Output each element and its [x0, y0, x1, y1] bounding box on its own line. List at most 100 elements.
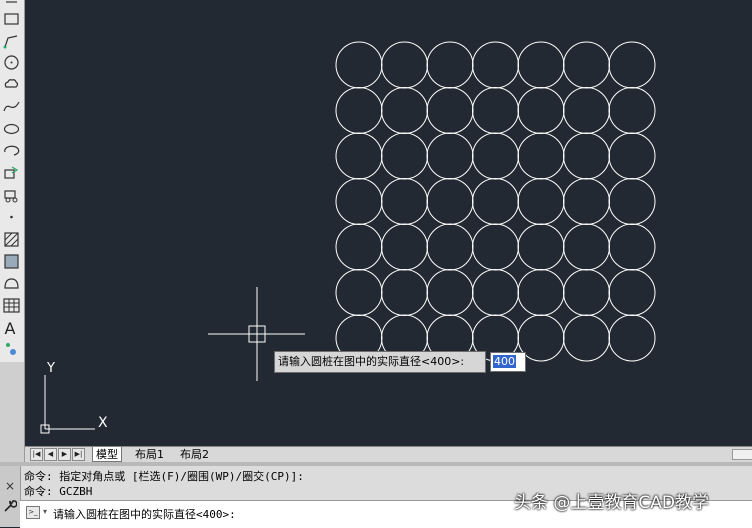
- gradient-tool[interactable]: [2, 252, 21, 271]
- insert-block-icon: [4, 166, 19, 179]
- last-tab-button[interactable]: ▶|: [72, 448, 85, 461]
- make-block-icon: [4, 190, 18, 203]
- pile-circle[interactable]: [563, 41, 610, 89]
- dynamic-input-prompt: 请输入圆桩在图中的实际直径<400>:: [274, 351, 486, 373]
- command-line-text: 请输入圆桩在图中的实际直径<400>:: [53, 508, 236, 521]
- pile-circle[interactable]: [426, 269, 474, 316]
- pile-circle[interactable]: [472, 269, 519, 316]
- chevron-down-icon[interactable]: ▾: [43, 507, 47, 516]
- pile-circle[interactable]: [472, 223, 519, 271]
- first-tab-button[interactable]: |◀: [30, 448, 43, 461]
- table-icon: [3, 298, 20, 313]
- insert-block-tool[interactable]: [2, 164, 21, 183]
- ellipse-arc-tool[interactable]: [2, 141, 21, 160]
- multiline-text-icon: A: [5, 319, 16, 337]
- tab-layout1[interactable]: 布局1: [132, 447, 167, 462]
- spline-tool[interactable]: [2, 97, 21, 116]
- layout-tab-bar: |◀ ◀ ▶ ▶| 模型 布局1 布局2: [25, 446, 752, 463]
- pile-circle[interactable]: [517, 223, 565, 271]
- pile-circle[interactable]: [381, 132, 428, 180]
- gradient-icon: [4, 254, 19, 269]
- pile-circle[interactable]: [517, 87, 565, 134]
- pile-circle[interactable]: [426, 41, 474, 89]
- pile-circle[interactable]: [381, 41, 428, 89]
- pile-circle[interactable]: [517, 132, 565, 180]
- pile-circle[interactable]: [426, 132, 474, 180]
- pile-circle[interactable]: [472, 178, 519, 225]
- circle-tool[interactable]: [2, 53, 21, 72]
- pile-circle[interactable]: [335, 41, 383, 89]
- dynamic-input-value[interactable]: 400: [493, 355, 516, 368]
- pile-circle[interactable]: [563, 314, 610, 362]
- ellipse-arc-icon: [4, 145, 20, 156]
- previous-tab-button[interactable]: ◀: [44, 448, 57, 461]
- revision-cloud-tool[interactable]: [2, 75, 21, 94]
- pile-circle[interactable]: [426, 178, 474, 225]
- region-tool[interactable]: [2, 274, 21, 293]
- watermark: 头条 @上壹教育CAD教学: [514, 493, 709, 513]
- next-tab-button[interactable]: ▶: [58, 448, 71, 461]
- pile-circle[interactable]: [563, 178, 610, 225]
- pile-circle[interactable]: [335, 269, 383, 316]
- wrench-icon[interactable]: [3, 499, 17, 513]
- polyline-tool[interactable]: [2, 32, 21, 51]
- add-selected-tool[interactable]: [2, 340, 21, 359]
- drawing-canvas[interactable]: Y X: [25, 0, 752, 446]
- polyline-icon: [3, 35, 18, 49]
- toolbar-empty-area: [0, 362, 25, 465]
- point-tool[interactable]: [2, 207, 21, 226]
- make-block-tool[interactable]: [2, 186, 21, 205]
- tab-model[interactable]: 模型: [92, 447, 122, 462]
- ellipse-icon: [3, 123, 20, 135]
- pile-circle[interactable]: [335, 132, 383, 180]
- pile-circle[interactable]: [517, 41, 565, 89]
- pile-circle[interactable]: [563, 87, 610, 134]
- pile-circle[interactable]: [608, 314, 656, 362]
- tab-layout2[interactable]: 布局2: [177, 447, 212, 462]
- pile-circle[interactable]: [608, 223, 656, 271]
- pile-circle[interactable]: [426, 223, 474, 271]
- spline-icon: [3, 101, 20, 112]
- pile-circle[interactable]: [563, 269, 610, 316]
- pile-circle[interactable]: [472, 132, 519, 180]
- pile-circle[interactable]: [335, 178, 383, 225]
- pile-circle[interactable]: [517, 269, 565, 316]
- command-prompt-icon[interactable]: >_: [26, 506, 40, 519]
- hatch-icon: [4, 232, 19, 247]
- add-selected-icon: [6, 343, 16, 355]
- ucs-icon: Y X: [40, 361, 108, 434]
- model-space[interactable]: Y X: [25, 0, 752, 446]
- pile-circle[interactable]: [335, 87, 383, 134]
- command-history-line: 命令: 指定对角点或 [栏选(F)/圈围(WP)/圈交(CP)]:: [24, 470, 304, 483]
- horizontal-scrollbar[interactable]: [732, 449, 752, 460]
- pile-circle[interactable]: [381, 178, 428, 225]
- pile-circle[interactable]: [563, 132, 610, 180]
- pile-circle[interactable]: [472, 41, 519, 89]
- pile-circle[interactable]: [608, 87, 656, 134]
- pile-circle[interactable]: [517, 178, 565, 225]
- pile-circle[interactable]: [608, 269, 656, 316]
- ellipse-tool[interactable]: [2, 119, 21, 138]
- pile-circle[interactable]: [472, 87, 519, 134]
- ucs-y-label: Y: [46, 361, 55, 376]
- pile-circle[interactable]: [608, 41, 656, 89]
- rectangle-tool[interactable]: [2, 10, 21, 29]
- region-icon: [4, 278, 19, 289]
- pile-circle[interactable]: [335, 223, 383, 271]
- pile-circle[interactable]: [381, 269, 428, 316]
- revision-cloud-icon: [4, 79, 19, 88]
- pile-circle-grid[interactable]: [335, 41, 656, 362]
- dynamic-input-field[interactable]: 400: [490, 352, 526, 372]
- pile-circle[interactable]: [608, 132, 656, 180]
- pile-circle[interactable]: [381, 223, 428, 271]
- command-window-handle[interactable]: ×: [0, 466, 21, 527]
- pile-circle[interactable]: [563, 223, 610, 271]
- pile-circle[interactable]: [381, 87, 428, 134]
- multiline-text-tool[interactable]: A: [2, 318, 21, 337]
- close-icon[interactable]: ×: [5, 479, 15, 493]
- pile-circle[interactable]: [608, 178, 656, 225]
- table-tool[interactable]: [2, 296, 21, 315]
- pile-circle[interactable]: [426, 87, 474, 134]
- circle-icon: [4, 55, 19, 70]
- hatch-tool[interactable]: [2, 230, 21, 249]
